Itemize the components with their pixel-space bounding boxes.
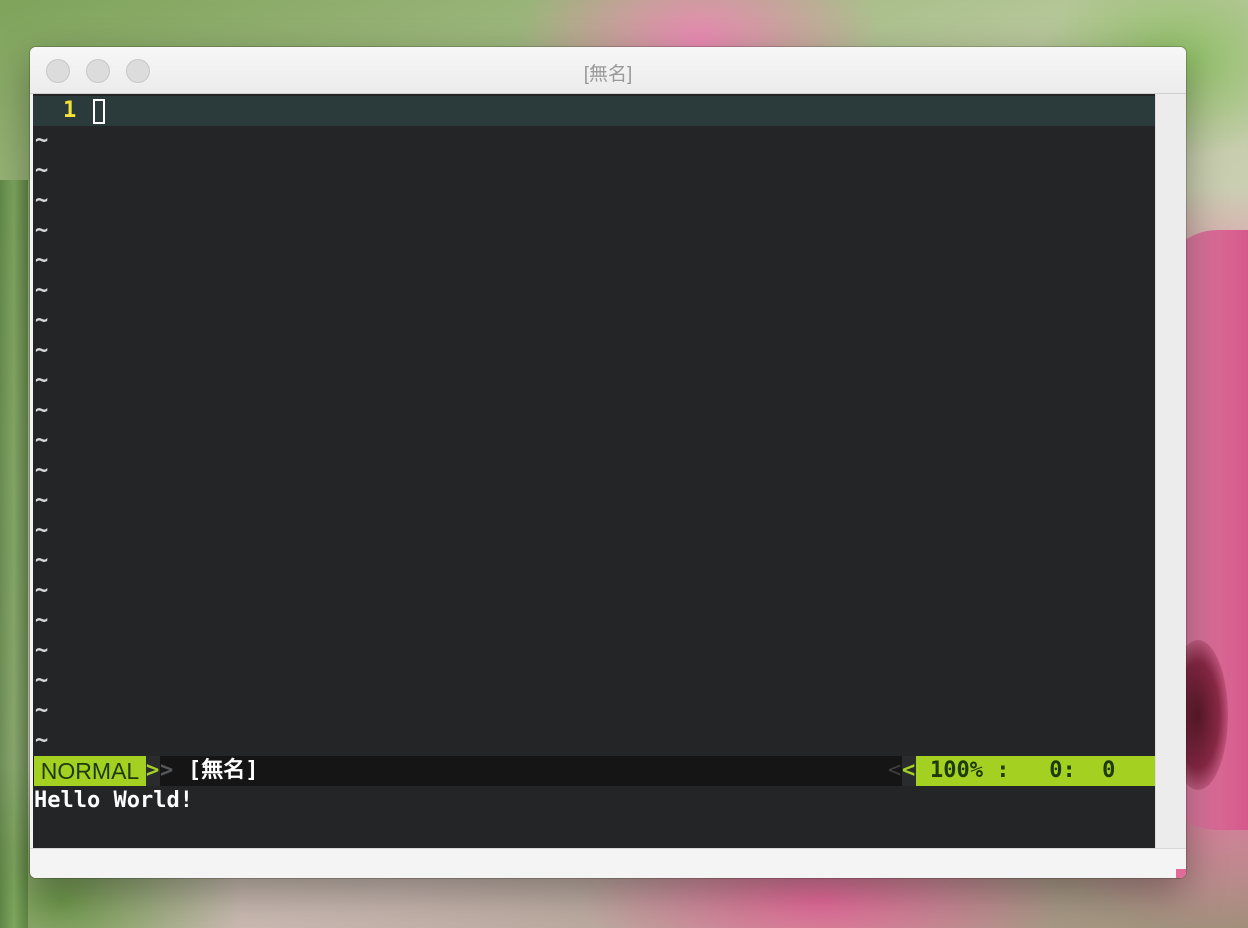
empty-line-tilde: ~ [35, 548, 49, 573]
resize-handle[interactable] [1176, 869, 1186, 878]
empty-line-tilde: ~ [35, 458, 49, 483]
powerline-left-arrow-icon: < [888, 758, 902, 783]
background-stem [0, 180, 28, 928]
empty-line-tilde: ~ [35, 128, 49, 153]
status-filename: [無名] [188, 758, 259, 783]
title-bar[interactable]: [無名] [30, 47, 1186, 94]
empty-line-tilde: ~ [35, 668, 49, 693]
empty-line-tilde: ~ [35, 638, 49, 663]
empty-line-tilde: ~ [35, 368, 49, 393]
empty-line-tilde: ~ [35, 428, 49, 453]
empty-line-tilde: ~ [35, 578, 49, 603]
empty-line-tilde: ~ [35, 728, 49, 753]
editor-buffer[interactable]: 1 ~ ~ ~ ~ ~ ~ ~ ~ ~ ~ ~ ~ ~ ~ ~ ~ ~ ~ ~ ~ ~ NORMAL > > [無名] … [33, 94, 1155, 848]
empty-line-tilde: ~ [35, 248, 49, 273]
window-title: [無名] [583, 64, 633, 85]
empty-line-tilde: ~ [35, 608, 49, 633]
empty-line-tilde: ~ [35, 518, 49, 543]
empty-line-markers: ~ ~ ~ ~ ~ ~ ~ ~ ~ ~ ~ ~ ~ ~ ~ ~ ~ ~ ~ ~ ~ [35, 126, 48, 756]
empty-line-tilde: ~ [35, 338, 49, 363]
empty-line-tilde: ~ [35, 158, 49, 183]
empty-line-tilde: ~ [35, 278, 49, 303]
powerline-arrow-icon: > [146, 756, 160, 786]
vim-window: [無名] 1 ~ ~ ~ ~ ~ ~ ~ ~ ~ ~ ~ ~ ~ ~ ~ ~ ~ ~ ~ ~ ~ NORMAL > > … [30, 47, 1186, 878]
empty-line-tilde: ~ [35, 218, 49, 243]
window-bottom-bar [30, 848, 1186, 878]
command-line-message: Hello World! [34, 788, 193, 813]
line-number: 1 [63, 98, 77, 123]
empty-line-tilde: ~ [35, 488, 49, 513]
empty-line-tilde: ~ [35, 308, 49, 333]
cursor-line: 1 [33, 96, 1155, 126]
empty-line-tilde: ~ [35, 398, 49, 423]
text-cursor [93, 99, 105, 124]
status-line: NORMAL > > [無名] < < 100% : 0: 0 [33, 756, 1155, 786]
empty-line-tilde: ~ [35, 188, 49, 213]
mode-indicator: NORMAL [34, 756, 146, 786]
scrollbar[interactable] [1155, 94, 1186, 848]
empty-line-tilde: ~ [35, 698, 49, 723]
powerline-arrow-icon: > [160, 758, 174, 783]
powerline-left-arrow-icon: < [902, 756, 916, 786]
cursor-position: 100% : 0: 0 [916, 756, 1155, 786]
